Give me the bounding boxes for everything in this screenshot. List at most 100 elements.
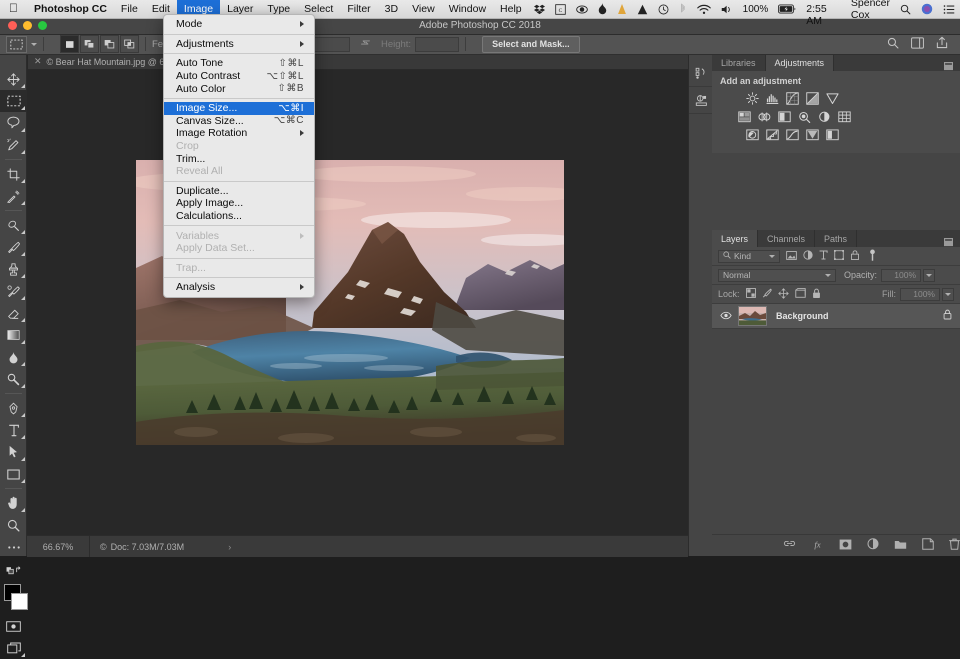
menu-item-apply-image[interactable]: Apply Image... xyxy=(164,197,314,210)
subtract-from-selection-icon[interactable] xyxy=(100,35,119,53)
edit-toolbar-tool[interactable] xyxy=(0,536,27,558)
panel-menu-icon[interactable] xyxy=(944,234,953,243)
clone-stamp-tool[interactable] xyxy=(0,258,27,280)
menu-file[interactable]: File xyxy=(114,0,145,18)
menu-bar-clock[interactable]: Mon 2:55 AM xyxy=(801,0,846,18)
menu-3d[interactable]: 3D xyxy=(378,0,405,18)
new-group-icon[interactable] xyxy=(894,537,907,555)
new-selection-icon[interactable] xyxy=(60,35,79,53)
threshold-icon[interactable] xyxy=(784,127,801,142)
search-icon[interactable] xyxy=(887,37,899,52)
link-layers-icon[interactable] xyxy=(783,537,796,555)
zoom-tool[interactable] xyxy=(0,514,27,536)
rectangle-tool[interactable] xyxy=(0,463,27,485)
filter-toggle-icon[interactable] xyxy=(868,249,877,264)
crop-tool[interactable] xyxy=(0,163,27,185)
swap-dimensions-icon[interactable] xyxy=(360,37,371,51)
screen-mode-icon[interactable] xyxy=(0,637,27,659)
share-icon[interactable] xyxy=(936,36,948,52)
eyedropper-tool[interactable] xyxy=(0,185,27,207)
cone-icon[interactable] xyxy=(612,0,632,18)
color-swatches[interactable] xyxy=(0,582,27,612)
blend-mode-select[interactable]: Normal xyxy=(718,269,836,282)
hand-tool[interactable] xyxy=(0,492,27,514)
table-row[interactable]: Background xyxy=(712,304,960,329)
tab-adjustments[interactable]: Adjustments xyxy=(766,54,835,71)
gradient-tool[interactable] xyxy=(0,324,27,346)
menu-item-calculations[interactable]: Calculations... xyxy=(164,210,314,223)
add-layer-mask-icon[interactable] xyxy=(839,537,852,555)
user-account-menu[interactable]: Spencer Cox xyxy=(846,0,895,18)
hue-saturation-icon[interactable] xyxy=(736,109,753,124)
quick-selection-tool[interactable] xyxy=(0,134,27,156)
libraries-panel-icon[interactable] xyxy=(689,60,713,87)
color-balance-icon[interactable] xyxy=(756,109,773,124)
filter-adjustment-icon[interactable] xyxy=(803,250,813,262)
lock-position-icon[interactable] xyxy=(778,288,789,301)
menu-item-analysis[interactable]: Analysis xyxy=(164,281,314,294)
menu-item-canvas-size[interactable]: Canvas Size...⌥⌘C xyxy=(164,115,314,128)
filter-shape-icon[interactable] xyxy=(834,250,844,262)
lock-transparent-pixels-icon[interactable] xyxy=(746,288,756,300)
filter-smart-object-icon[interactable] xyxy=(850,250,860,262)
adjustments-panel-icon[interactable] xyxy=(689,87,713,114)
clock-icon[interactable] xyxy=(653,0,674,18)
lasso-tool[interactable] xyxy=(0,112,27,134)
menu-view[interactable]: View xyxy=(405,0,442,18)
delete-layer-icon[interactable] xyxy=(949,537,960,555)
menu-item-adjustments[interactable]: Adjustments xyxy=(164,38,314,51)
brush-tool[interactable] xyxy=(0,236,27,258)
zoom-level[interactable]: 66.67% xyxy=(27,542,89,552)
posterize-icon[interactable] xyxy=(764,127,781,142)
close-icon[interactable]: ✕ xyxy=(34,56,42,67)
layer-thumbnail[interactable] xyxy=(738,306,767,326)
layer-filter-kind-select[interactable]: Kind xyxy=(718,250,780,263)
siri-icon[interactable] xyxy=(916,0,938,18)
spotlight-search-icon[interactable] xyxy=(895,0,916,18)
menu-item-auto-color[interactable]: Auto Color⇧⌘B xyxy=(164,82,314,95)
panel-menu-icon[interactable] xyxy=(944,58,953,67)
status-expand-arrow-icon[interactable]: › xyxy=(228,542,231,552)
menu-item-image-size[interactable]: Image Size...⌥⌘I xyxy=(164,102,314,115)
move-tool[interactable] xyxy=(0,68,27,90)
lock-image-pixels-icon[interactable] xyxy=(762,288,772,300)
quick-mask-icon[interactable] xyxy=(0,615,27,637)
dropbox-icon[interactable] xyxy=(529,0,550,18)
menu-item-auto-contrast[interactable]: Auto Contrast⌥⇧⌘L xyxy=(164,70,314,83)
height-input[interactable] xyxy=(415,37,459,52)
path-selection-tool[interactable] xyxy=(0,441,27,463)
menu-photoshop-cc[interactable]: Photoshop CC xyxy=(27,0,114,18)
curves-icon[interactable] xyxy=(784,91,801,106)
history-brush-tool[interactable] xyxy=(0,280,27,302)
vibrance-icon[interactable] xyxy=(824,91,841,106)
menu-item-duplicate[interactable]: Duplicate... xyxy=(164,185,314,198)
photo-filter-icon[interactable] xyxy=(796,109,813,124)
selective-color-icon[interactable] xyxy=(824,127,841,142)
background-color-swatch[interactable] xyxy=(11,593,28,610)
eye-icon[interactable] xyxy=(720,307,732,325)
notification-center-icon[interactable] xyxy=(938,0,960,18)
intersect-selection-icon[interactable] xyxy=(120,35,139,53)
invert-icon[interactable] xyxy=(744,127,761,142)
levels-icon[interactable] xyxy=(764,91,781,106)
menu-help[interactable]: Help xyxy=(493,0,529,18)
spot-healing-brush-tool[interactable] xyxy=(0,214,27,236)
lock-all-icon[interactable] xyxy=(812,288,821,301)
tab-channels[interactable]: Channels xyxy=(758,230,815,247)
filter-type-icon[interactable] xyxy=(819,250,828,262)
fill-input[interactable]: 100% xyxy=(900,288,940,301)
pen-tool[interactable] xyxy=(0,397,27,419)
new-layer-icon[interactable] xyxy=(922,537,934,555)
apple-logo-icon[interactable]:  xyxy=(0,0,27,18)
tab-libraries[interactable]: Libraries xyxy=(712,54,766,71)
opacity-scrubber[interactable] xyxy=(923,269,935,282)
workspace-icon[interactable] xyxy=(911,37,924,52)
opacity-input[interactable]: 100% xyxy=(881,269,921,282)
flame-icon[interactable] xyxy=(593,0,612,18)
fill-scrubber[interactable] xyxy=(942,288,954,301)
menu-window[interactable]: Window xyxy=(442,0,493,18)
canvas-area[interactable] xyxy=(27,69,688,535)
rectangular-marquee-tool[interactable] xyxy=(0,90,27,112)
tab-layers[interactable]: Layers xyxy=(712,230,758,247)
menu-filter[interactable]: Filter xyxy=(340,0,377,18)
